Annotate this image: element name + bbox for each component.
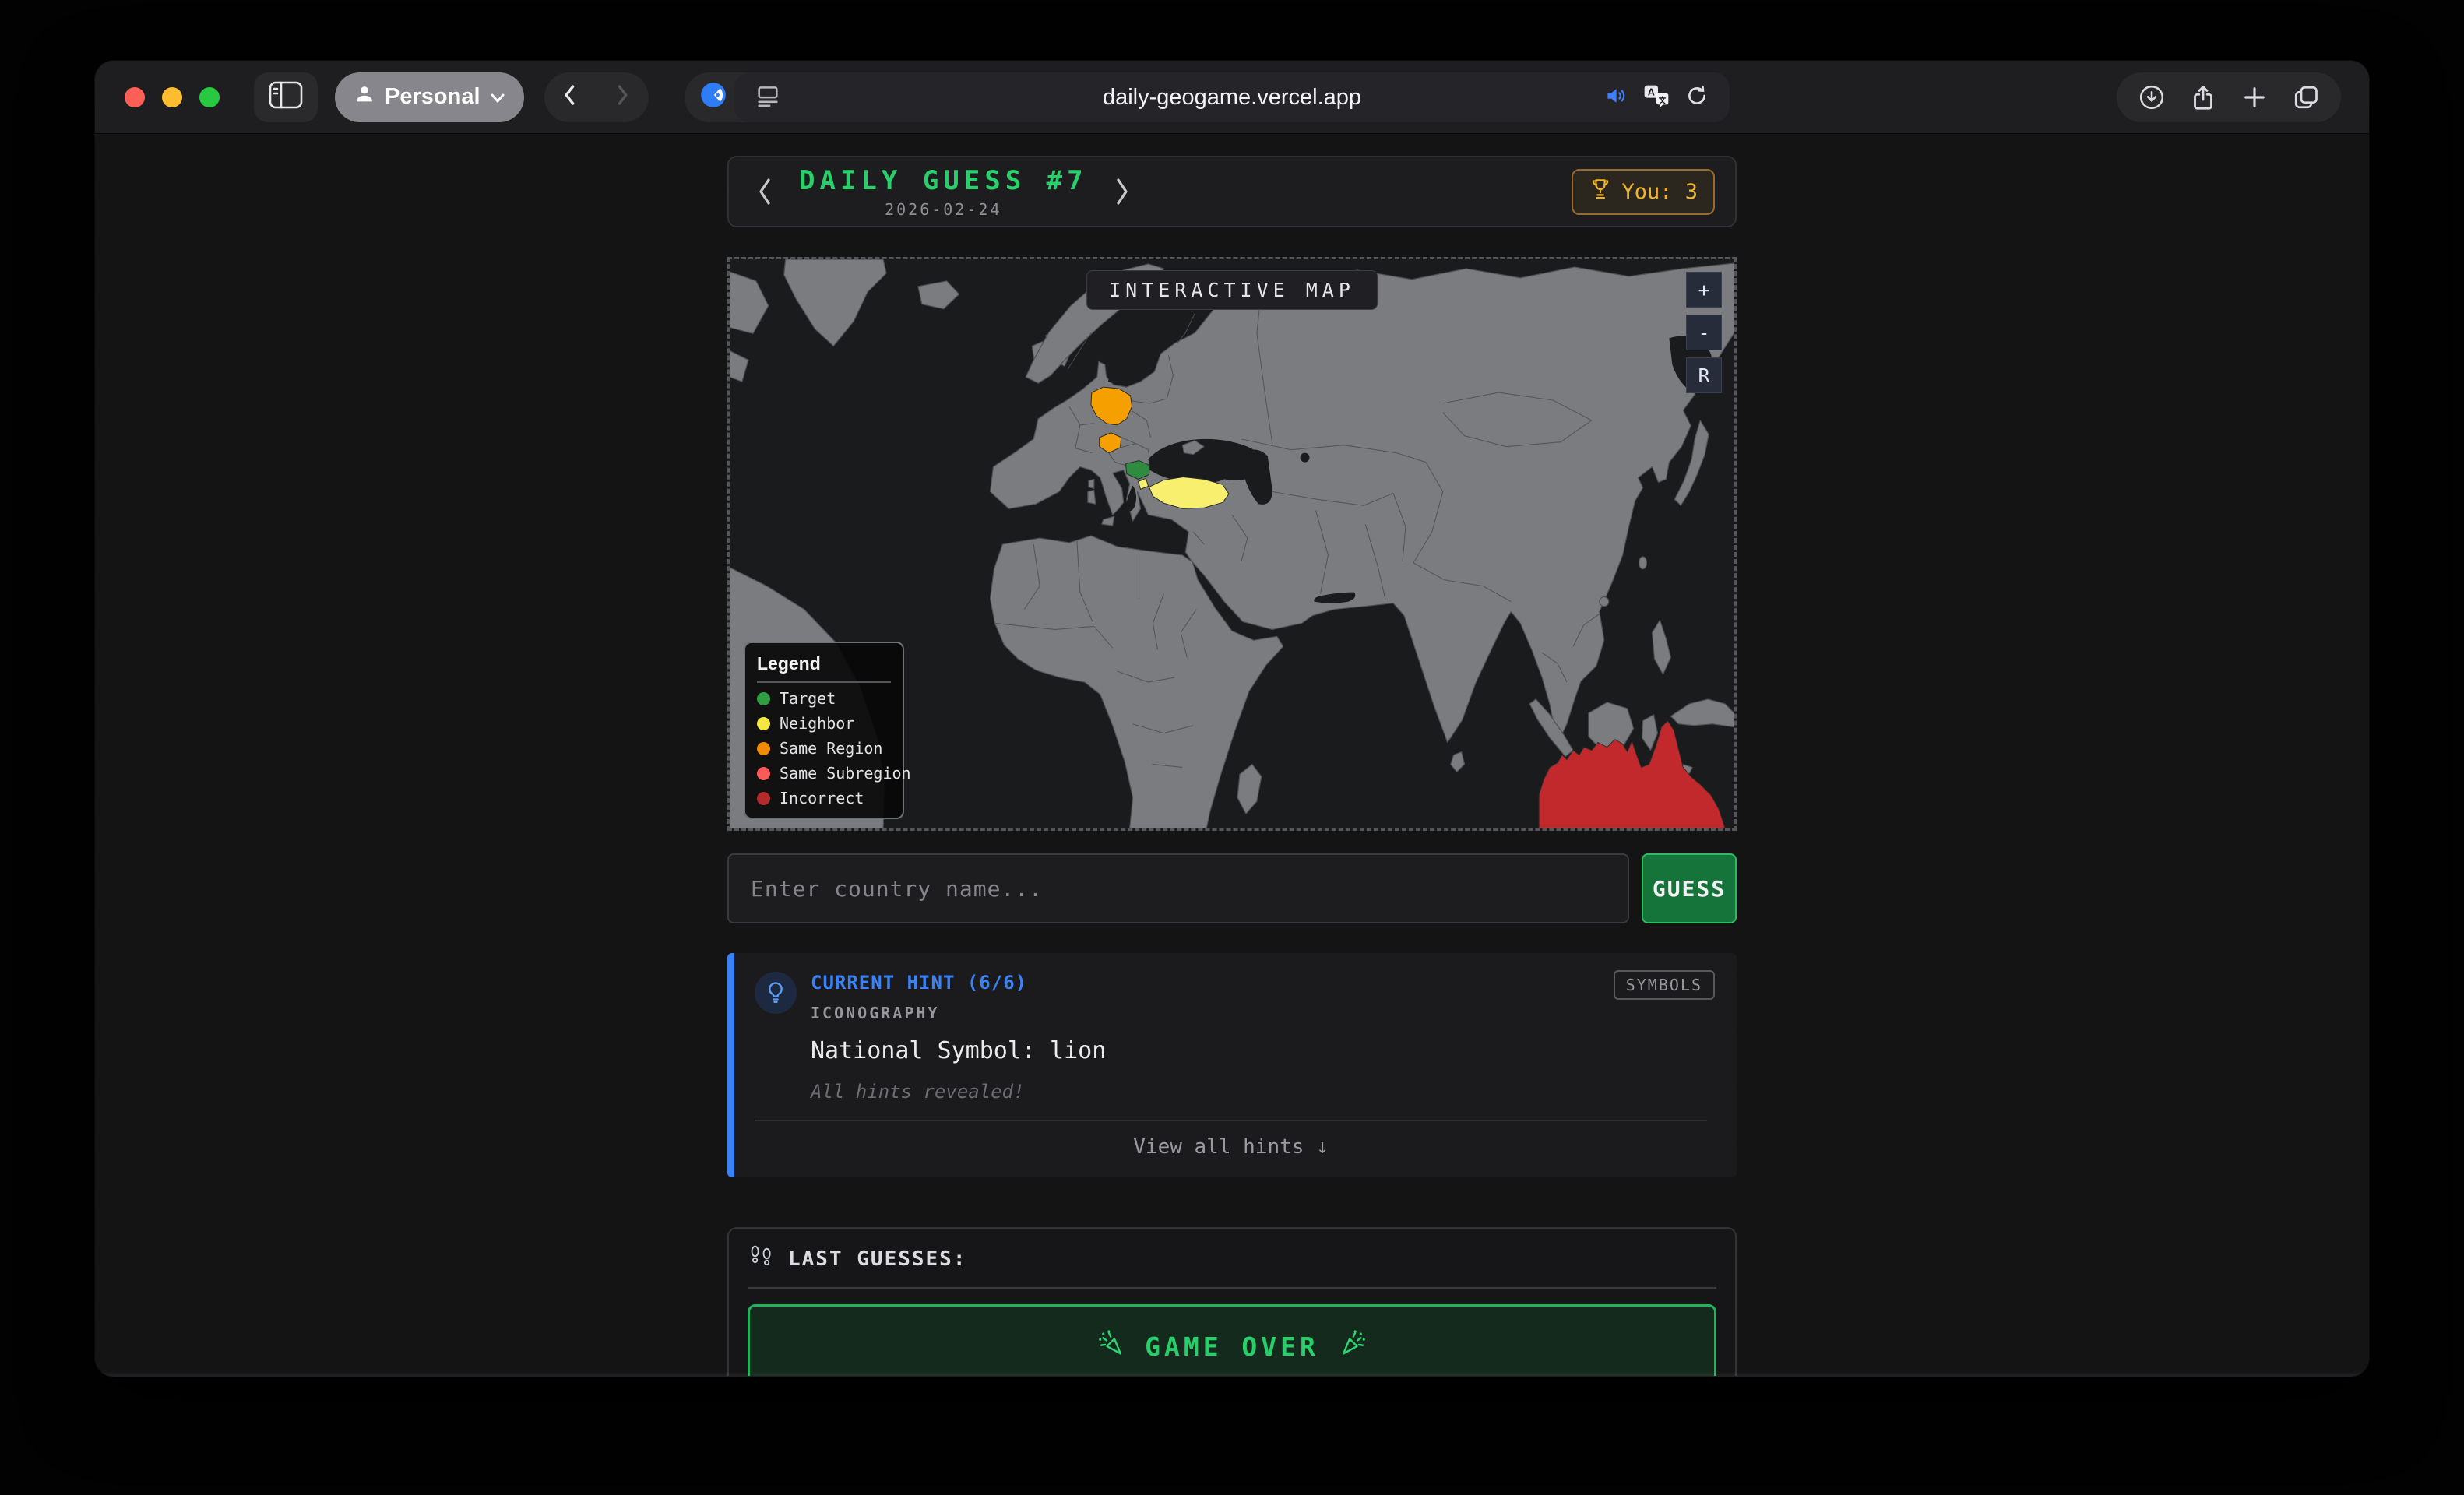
url-bar[interactable]: daily-geogame.vercel.app A <box>734 72 1730 122</box>
map-country-australia <box>1539 721 1725 828</box>
prev-day-button[interactable] <box>749 171 780 212</box>
legend-item-same-subregion: Same Subregion <box>757 764 891 783</box>
hint-status: All hints revealed! <box>811 1081 1106 1103</box>
map-title-badge: INTERACTIVE MAP <box>1086 270 1378 310</box>
profile-switcher[interactable]: Personal <box>335 72 524 122</box>
last-guesses-card: LAST GUESSES: GAME OVER The country was:… <box>727 1227 1737 1376</box>
person-icon <box>354 83 375 111</box>
landmass-new-guinea <box>1670 699 1734 727</box>
landmass-sulawesi <box>1642 715 1658 751</box>
zoom-window-button[interactable] <box>199 87 220 107</box>
landmass-sicily <box>1102 516 1114 526</box>
map-zoom-controls: + - R <box>1686 272 1722 393</box>
landmass-taiwan <box>1639 557 1647 569</box>
hint-category: ICONOGRAPHY <box>811 1004 1106 1022</box>
game-over-title: GAME OVER <box>1145 1331 1319 1362</box>
sidebar-toggle-button[interactable] <box>254 72 318 122</box>
forward-button[interactable] <box>611 82 634 112</box>
party-popper-icon <box>1096 1328 1126 1364</box>
downloads-button[interactable] <box>2126 72 2177 122</box>
browser-window: Personal daily-geogame. <box>95 61 2369 1377</box>
lightbulb-icon <box>755 972 797 1014</box>
last-guesses-divider <box>748 1287 1716 1289</box>
score-label: You: 3 <box>1621 180 1698 204</box>
landmass-sardinia <box>1088 490 1096 504</box>
legend-item-incorrect: Incorrect <box>757 789 891 807</box>
hint-card: CURRENT HINT (6/6) ICONOGRAPHY National … <box>727 953 1737 1177</box>
sea-aral <box>1301 453 1310 463</box>
target-color-dot <box>757 692 770 705</box>
tab-overview-button[interactable] <box>2280 72 2332 122</box>
map-card: INTERACTIVE MAP + - R Legend Target N <box>727 257 1737 831</box>
hint-text: National Symbol: lion <box>811 1037 1106 1064</box>
url-text: daily-geogame.vercel.app <box>734 85 1730 111</box>
country-input[interactable] <box>727 853 1629 923</box>
hint-title: CURRENT HINT (6/6) <box>811 972 1106 994</box>
translate-icon[interactable]: A <box>1642 83 1670 112</box>
game-over-card: GAME OVER The country was: Bulgaria See … <box>748 1304 1716 1376</box>
page-title: DAILY GUESS #7 <box>799 165 1088 196</box>
score-badge: You: 3 <box>1572 169 1715 215</box>
back-button[interactable] <box>558 82 582 112</box>
puzzle-date: 2026-02-24 <box>799 200 1088 219</box>
landmass-iceland <box>918 281 959 309</box>
landmass-labrador <box>730 350 748 382</box>
guess-bar: GUESS <box>727 853 1737 923</box>
hint-type-badge: SYMBOLS <box>1614 970 1715 1000</box>
landmass-hainan <box>1600 597 1609 607</box>
new-tab-button[interactable] <box>2229 72 2280 122</box>
next-day-button[interactable] <box>1107 171 1138 212</box>
view-all-hints-button[interactable]: View all hints ↓ <box>755 1121 1707 1166</box>
traffic-lights <box>125 87 220 107</box>
history-nav <box>544 72 649 122</box>
neighbor-color-dot <box>757 717 770 730</box>
same-region-color-dot <box>757 742 770 755</box>
incorrect-color-dot <box>757 792 770 805</box>
guess-button[interactable]: GUESS <box>1642 853 1737 923</box>
audio-playing-icon[interactable] <box>1603 84 1628 111</box>
reader-mode-icon[interactable] <box>755 83 781 113</box>
landmass-greenland <box>784 259 886 346</box>
landmass-north-america <box>730 272 769 334</box>
landmass-corsica <box>1089 479 1094 488</box>
legend-item-neighbor: Neighbor <box>757 714 891 733</box>
landmass-philippines <box>1652 620 1670 674</box>
svg-text:A: A <box>1648 86 1655 97</box>
landmass-sri-lanka <box>1451 752 1465 772</box>
map-legend: Legend Target Neighbor Same Region <box>744 642 904 819</box>
last-guesses-title: LAST GUESSES: <box>788 1247 967 1271</box>
minimize-window-button[interactable] <box>162 87 182 107</box>
legend-item-target: Target <box>757 689 891 708</box>
share-button[interactable] <box>2177 72 2229 122</box>
page-content: DAILY GUESS #7 2026-02-24 You: 3 <box>95 134 2369 1376</box>
trophy-icon <box>1589 177 1612 207</box>
same-subregion-color-dot <box>757 767 770 780</box>
extension-icon-blue[interactable] <box>699 80 728 114</box>
browser-toolbar: Personal daily-geogame. <box>95 61 2369 134</box>
reload-icon[interactable] <box>1684 83 1709 112</box>
party-popper-icon <box>1338 1328 1368 1364</box>
chevron-down-icon <box>490 84 505 110</box>
sidebar-icon <box>269 81 303 113</box>
legend-title: Legend <box>757 653 891 674</box>
footprints-icon <box>748 1244 776 1273</box>
close-window-button[interactable] <box>125 87 145 107</box>
daily-header-card: DAILY GUESS #7 2026-02-24 You: 3 <box>727 156 1737 227</box>
legend-item-same-region: Same Region <box>757 739 891 758</box>
profile-label: Personal <box>385 84 480 110</box>
zoom-out-button[interactable]: - <box>1686 315 1722 350</box>
legend-divider <box>757 681 891 683</box>
toolbar-actions <box>2117 72 2341 122</box>
landmass-madagascar <box>1237 764 1262 814</box>
sea-baltic <box>1108 330 1155 382</box>
map-reset-button[interactable]: R <box>1686 357 1722 393</box>
zoom-in-button[interactable]: + <box>1686 272 1722 308</box>
